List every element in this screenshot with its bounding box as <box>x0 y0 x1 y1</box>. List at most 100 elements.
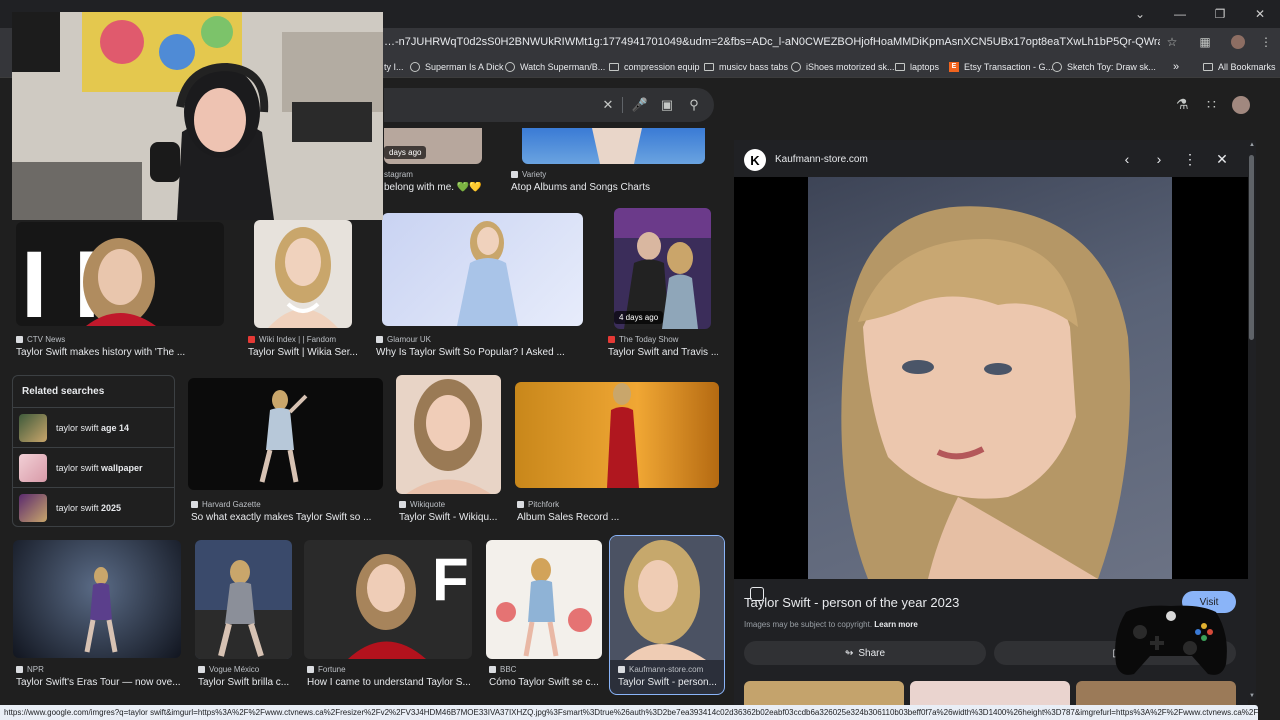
clear-search-icon[interactable]: ✕ <box>600 97 616 113</box>
result-image[interactable]: 4 days ago <box>614 208 711 329</box>
maximize-icon[interactable]: ❐ <box>1200 0 1240 28</box>
result-caption[interactable]: Taylor Swift and Travis ... <box>608 347 718 358</box>
result-image[interactable] <box>515 382 719 488</box>
scroll-up-icon[interactable]: ▲ <box>1248 142 1256 148</box>
account-avatar[interactable] <box>1232 96 1250 114</box>
source-label: Harvard Gazette <box>202 500 261 509</box>
result-source[interactable]: stagram <box>384 170 413 179</box>
result-source[interactable]: Wikiquote <box>399 500 445 509</box>
address-bar[interactable]: …-n7JUHRWqT0d2sS0H2BNWUkRIWMt1g:17749417… <box>384 32 1160 52</box>
source-label: Variety <box>522 170 547 179</box>
result-source[interactable]: The Today Show <box>608 335 678 344</box>
bookmark-item[interactable]: iShoes motorized sk... <box>791 59 895 75</box>
result-source[interactable]: Harvard Gazette <box>191 500 261 509</box>
bbc-favicon <box>489 666 496 673</box>
labs-flask-icon[interactable]: ⚗ <box>1176 96 1189 113</box>
profile-avatar[interactable] <box>1231 35 1245 49</box>
copyright-note: Images may be subject to copyright. Lear… <box>744 620 918 629</box>
preview-site-name[interactable]: Kaufmann-store.com <box>775 154 868 165</box>
result-caption[interactable]: Album Sales Record ... <box>517 512 637 523</box>
result-source[interactable]: Fortune <box>307 665 346 674</box>
result-source[interactable]: Wiki Index | | Fandom <box>248 335 336 344</box>
close-preview-icon[interactable]: ✕ <box>1213 151 1231 168</box>
related-search-item[interactable]: taylor swift age 14 <box>13 407 174 447</box>
lens-search-icon[interactable]: ▣ <box>659 97 675 113</box>
result-caption[interactable]: So what exactly makes Taylor Swift so ..… <box>191 512 381 523</box>
result-caption[interactable]: Taylor Swift | Wikia Ser... <box>248 347 358 358</box>
result-source[interactable]: CTV News <box>16 335 65 344</box>
search-icon[interactable]: ⚲ <box>686 97 702 113</box>
bookmark-item[interactable]: Sketch Toy: Draw sk... <box>1052 59 1156 75</box>
result-caption[interactable]: Atop Albums and Songs Charts <box>511 182 711 193</box>
result-image[interactable] <box>522 128 705 164</box>
result-caption[interactable]: Taylor Swift's Eras Tour — now ove... <box>16 677 186 688</box>
browser-menu-icon[interactable]: ⋮ <box>1258 34 1274 50</box>
svg-text:F: F <box>432 546 469 613</box>
result-source[interactable]: BBC <box>489 665 516 674</box>
result-image[interactable] <box>13 540 181 658</box>
result-source[interactable]: Vogue México <box>198 665 259 674</box>
preview-title[interactable]: Taylor Swift - person of the year 2023 <box>744 595 959 610</box>
source-label: Wiki Index | | Fandom <box>259 335 337 344</box>
result-caption[interactable]: Why Is Taylor Swift So Popular? I Asked … <box>376 347 586 358</box>
bookmark-item[interactable]: compression equip <box>609 59 700 75</box>
microphone-icon[interactable]: 🎤 <box>632 97 648 113</box>
tab-list-chevron-icon[interactable]: ⌄ <box>1120 0 1160 28</box>
bookmarks-overflow-button[interactable]: » <box>1173 59 1179 75</box>
bookmark-label: laptops <box>910 62 940 72</box>
globe-icon <box>410 62 420 72</box>
result-image[interactable] <box>254 220 352 328</box>
page-scrollbar[interactable]: ▲ ▼ <box>1248 140 1256 700</box>
result-caption[interactable]: Taylor Swift - Wikiqu... <box>399 512 509 523</box>
result-source[interactable]: Variety <box>511 170 546 179</box>
result-image[interactable] <box>382 213 583 326</box>
learn-more-link[interactable]: Learn more <box>874 620 918 629</box>
more-options-icon[interactable]: ⋮ <box>1181 151 1199 168</box>
result-source[interactable]: Glamour UK <box>376 335 431 344</box>
bookmark-item[interactable]: laptops <box>895 59 939 75</box>
apps-grid-icon[interactable]: ∷ <box>1207 96 1216 113</box>
scroll-down-icon[interactable]: ▼ <box>1248 693 1256 699</box>
previous-image-icon[interactable]: ‹ <box>1118 151 1136 167</box>
result-image[interactable] <box>486 540 602 659</box>
result-caption[interactable]: Taylor Swift makes history with 'The ... <box>16 347 196 358</box>
minimize-icon[interactable]: — <box>1160 0 1200 28</box>
related-search-item[interactable]: taylor swift 2025 <box>13 487 174 527</box>
result-image[interactable]: I F <box>16 222 224 326</box>
gamepad-overlay <box>1112 594 1230 678</box>
result-source[interactable]: NPR <box>16 665 44 674</box>
search-box[interactable]: ✕ 🎤 ▣ ⚲ <box>384 88 714 122</box>
wikiquote-photo <box>406 379 491 494</box>
result-source[interactable]: Kaufmann-store.com <box>618 665 703 674</box>
bookmark-item[interactable]: Watch Superman/B... <box>505 59 605 75</box>
result-caption[interactable]: belong with me. 💚💛 <box>384 182 494 193</box>
pitchfork-favicon <box>517 501 524 508</box>
result-image[interactable] <box>195 540 292 659</box>
result-caption[interactable]: Taylor Swift - person... <box>618 677 720 688</box>
bookmark-item[interactable]: musicv bass tabs <box>704 59 788 75</box>
variety-favicon <box>511 171 518 178</box>
bookmark-label: compression equip <box>624 62 700 72</box>
result-caption[interactable]: Cómo Taylor Swift se c... <box>489 677 601 688</box>
extensions-icon[interactable]: ▦ <box>1197 34 1213 50</box>
bookmark-item[interactable]: E Etsy Transaction - G... <box>949 59 1053 75</box>
result-image[interactable] <box>188 378 383 490</box>
result-caption[interactable]: How I came to understand Taylor S... <box>307 677 472 688</box>
result-image[interactable] <box>396 375 501 494</box>
bookmark-label: Etsy Transaction - G... <box>964 62 1054 72</box>
bookmark-star-icon[interactable]: ☆ <box>1164 34 1180 50</box>
result-image[interactable]: F <box>304 540 472 659</box>
related-search-item[interactable]: taylor swift wallpaper <box>13 447 174 487</box>
bookmark-item[interactable]: ty I... <box>384 59 404 75</box>
result-image[interactable]: days ago <box>384 128 482 164</box>
result-caption[interactable]: Taylor Swift brilla c... <box>198 677 294 688</box>
result-source[interactable]: Pitchfork <box>517 500 559 509</box>
close-window-icon[interactable]: ✕ <box>1240 0 1280 28</box>
preview-image[interactable] <box>734 177 1248 601</box>
preview-photo <box>808 177 1172 579</box>
share-button[interactable]: ↬ Share <box>744 641 986 665</box>
all-bookmarks-button[interactable]: All Bookmarks <box>1203 59 1276 75</box>
next-image-icon[interactable]: › <box>1150 151 1168 167</box>
scrollbar-thumb[interactable] <box>1249 155 1254 340</box>
bookmark-item[interactable]: Superman Is A Dick <box>410 59 504 75</box>
